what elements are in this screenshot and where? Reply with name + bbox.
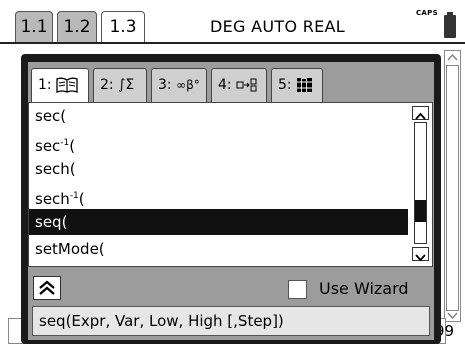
- list-item-text: sec(: [35, 107, 67, 125]
- catalog-tab-1-label: 1:: [38, 77, 52, 93]
- catalog-tab-5[interactable]: 5:: [271, 68, 323, 102]
- list-item-text: sech(: [35, 160, 76, 178]
- mode-status: DEG AUTO REAL: [210, 17, 346, 36]
- catalog-tab-2-label: 2:: [100, 77, 114, 93]
- chevron-down-icon: [415, 254, 426, 262]
- catalog-tab-4-label: 4:: [218, 77, 232, 93]
- list-item-text: setMode(: [35, 239, 105, 258]
- catalog-body: 1: 2: ∫Σ 3: ∞β° 4: 5: sec(sec-1(sech(…: [28, 62, 434, 340]
- scroll-up-icon[interactable]: [446, 52, 459, 63]
- tab-divider: [0, 42, 465, 44]
- expand-button[interactable]: [33, 276, 61, 300]
- integral-sigma-icon: ∫Σ: [118, 77, 135, 93]
- book-icon: [56, 77, 78, 93]
- units-icon: [236, 78, 257, 92]
- syntax-help: seq(Expr, Var, Low, High [,Step]): [32, 306, 430, 336]
- tab-1-1[interactable]: 1.1: [15, 11, 53, 42]
- infinity-beta-icon: ∞β°: [176, 78, 200, 92]
- catalog-tab-3-label: 3:: [158, 77, 172, 93]
- tab-1-2[interactable]: 1.2: [57, 11, 97, 42]
- scroll-down-icon[interactable]: [446, 310, 459, 321]
- catalog-tab-3[interactable]: 3: ∞β°: [151, 68, 207, 102]
- top-bar: 1.1 1.2 1.3 DEG AUTO REAL CAPS: [0, 0, 465, 44]
- caps-indicator: CAPS: [416, 9, 438, 17]
- catalog-dialog: 1: 2: ∫Σ 3: ∞β° 4: 5: sec(sec-1(sech(…: [21, 54, 441, 344]
- tab-1-3[interactable]: 1.3: [101, 11, 145, 42]
- use-wizard-checkbox[interactable]: [288, 280, 307, 299]
- list-item-superscript: -1: [60, 137, 70, 148]
- battery-icon: [444, 12, 456, 38]
- catalog-list-item[interactable]: seq(: [29, 209, 408, 235]
- use-wizard-label: Use Wizard: [319, 279, 409, 298]
- catalog-list-item[interactable]: setMode(: [29, 236, 408, 262]
- document-scrollbar[interactable]: [444, 50, 461, 322]
- list-item-text: sec: [35, 136, 61, 155]
- chevron-up-icon: [415, 112, 426, 120]
- catalog-tab-1[interactable]: 1:: [31, 68, 89, 102]
- catalog-list-item[interactable]: sec-1(: [29, 130, 408, 156]
- list-item-text: seq(: [35, 213, 68, 231]
- list-scroll-down-button[interactable]: [412, 247, 429, 262]
- double-chevron-up-icon: [39, 280, 55, 295]
- catalog-tab-5-label: 5:: [278, 77, 292, 93]
- list-scroll-up-button[interactable]: [412, 106, 429, 120]
- catalog-list-item[interactable]: sech(: [29, 156, 408, 182]
- catalog-list[interactable]: sec(sec-1(sech(sech-1(seq(setMode(: [28, 102, 433, 267]
- catalog-list-scrollbar[interactable]: [412, 106, 429, 263]
- list-item-text: sech: [35, 189, 70, 208]
- list-item-superscript: -1: [69, 190, 79, 201]
- catalog-list-item[interactable]: sech-1(: [29, 183, 408, 209]
- list-item-text-tail: (: [78, 189, 85, 208]
- catalog-tab-2[interactable]: 2: ∫Σ: [93, 68, 147, 102]
- document-scroll-thumb[interactable]: [446, 65, 459, 311]
- list-item-text-tail: (: [69, 136, 76, 155]
- catalog-list-item[interactable]: sec(: [29, 103, 408, 129]
- library-icon: [297, 78, 313, 92]
- list-scroll-thumb[interactable]: [415, 200, 426, 222]
- list-scroll-track[interactable]: [414, 122, 427, 244]
- catalog-tab-4[interactable]: 4:: [211, 68, 267, 102]
